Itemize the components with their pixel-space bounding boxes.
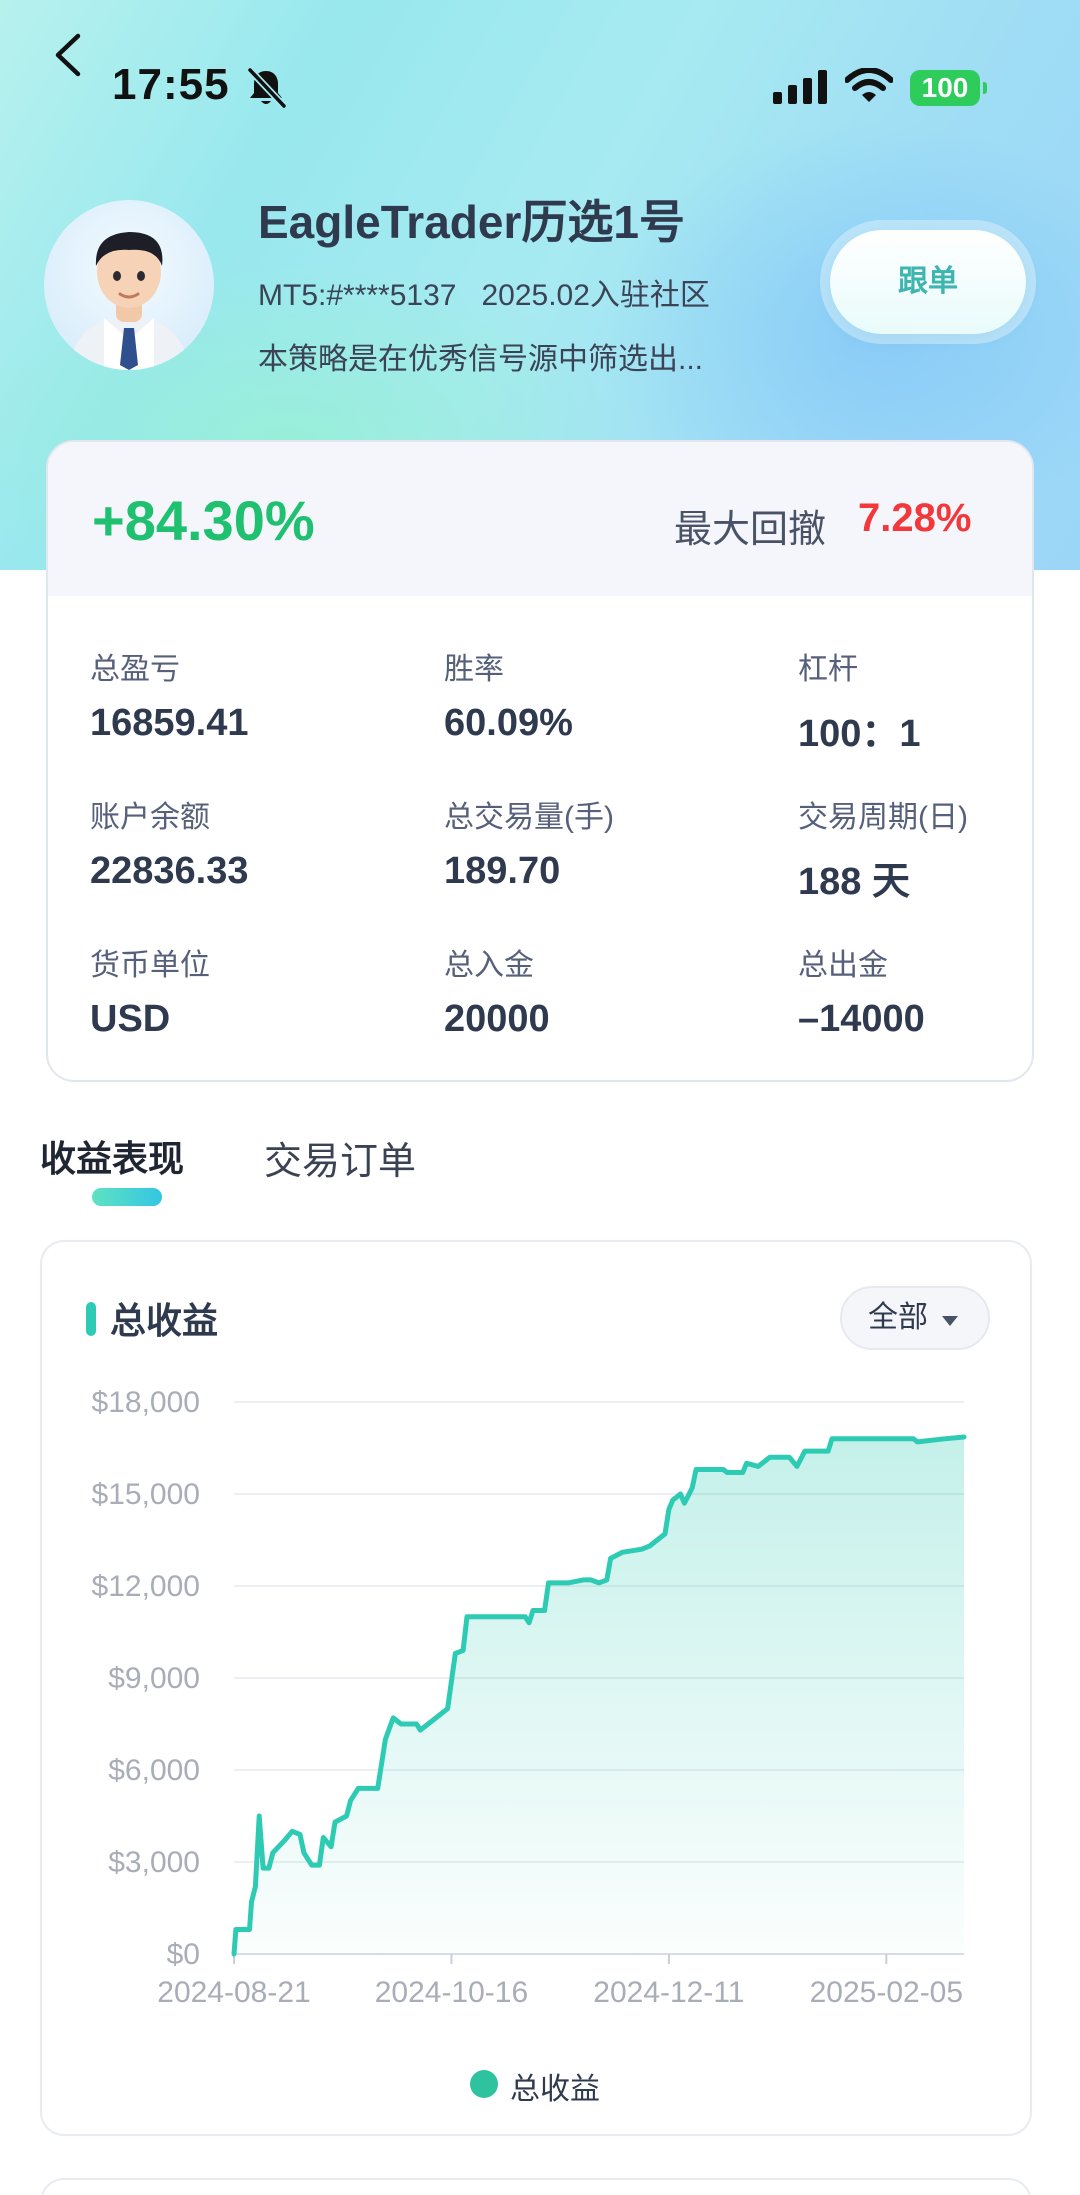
profit-chart: $0 $3,000 $6,000 $9,000 $12,000 $15,000 $18,00… <box>92 1386 967 2009</box>
y-tick-label: $12,000 <box>92 1570 200 1603</box>
wifi-icon <box>845 68 893 102</box>
stat-value: –14000 <box>798 998 925 1040</box>
stat-label: 货币单位 <box>90 949 210 982</box>
account-meta: MT5:#****5137 2025.02入驻社区 <box>258 270 710 314</box>
stat-value: 189.70 <box>444 850 561 892</box>
status-time: 17:55 <box>112 60 230 109</box>
stat-balance: 账户余额 22836.33 <box>90 792 249 893</box>
stat-leverage: 杠杆 100：1 <box>798 644 921 757</box>
x-tick-label: 2024-10-16 <box>375 1976 528 2009</box>
max-drawdown-value: 7.28% <box>858 496 972 540</box>
series-area <box>234 1437 964 1954</box>
legend-label: 总收益 <box>510 2073 600 2106</box>
y-tick-label: $3,000 <box>108 1846 200 1879</box>
avatar-person-icon <box>69 232 189 370</box>
range-select-value: 全部 <box>868 1301 928 1334</box>
total-return: +84.30% <box>92 489 315 552</box>
battery-icon: 100 <box>910 70 987 106</box>
stat-label: 胜率 <box>444 653 504 686</box>
stat-label: 总出金 <box>798 949 888 982</box>
x-tick-label: 2024-12-11 <box>593 1976 744 2009</box>
x-tick-label: 2025-02-05 <box>810 1976 963 2009</box>
stats-card: +84.30% 最大回撤 7.28% 总盈亏 16859.41 胜率 60.09… <box>46 440 1034 1082</box>
tab-performance[interactable]: 收益表现 <box>40 1130 184 1182</box>
stats-summary: +84.30% 最大回撤 7.28% <box>48 442 1032 596</box>
stat-value: USD <box>90 998 171 1040</box>
stat-value: 16859.41 <box>90 702 249 744</box>
y-tick-label: $0 <box>167 1938 200 1971</box>
y-tick-label: $9,000 <box>108 1662 200 1695</box>
stat-value: 22836.33 <box>90 850 249 892</box>
stat-total-pnl: 总盈亏 16859.41 <box>90 644 249 745</box>
y-tick-label: $18,000 <box>92 1386 200 1419</box>
stat-value: 100：1 <box>798 713 921 755</box>
legend-swatch <box>470 2070 498 2098</box>
bell-off-icon <box>247 67 287 109</box>
y-tick-label: $6,000 <box>108 1754 200 1787</box>
chart-title: 总收益 <box>110 1300 219 1341</box>
strategy-description[interactable]: 本策略是在优秀信号源中筛选出... <box>258 334 703 378</box>
stat-label: 总入金 <box>444 949 534 982</box>
strategy-name: EagleTrader历选1号 <box>258 196 685 248</box>
signal-icon <box>773 70 827 104</box>
tab-active-indicator <box>92 1188 162 1206</box>
back-icon[interactable] <box>48 30 88 80</box>
stat-currency: 货币单位 USD <box>90 940 210 1041</box>
y-tick-label: $15,000 <box>92 1478 200 1511</box>
stat-label: 杠杆 <box>798 653 858 686</box>
follow-button[interactable]: 跟单 <box>830 230 1026 334</box>
account-id: MT5:#****5137 <box>258 279 457 312</box>
profit-chart-card: 总收益 全部 $0 $3,000 $6,000 $9,000 $12,000 $15,00… <box>40 1240 1032 2136</box>
stat-win-rate: 胜率 60.09% <box>444 644 573 745</box>
max-drawdown-label: 最大回撤 <box>674 509 827 551</box>
stat-value: 20000 <box>444 998 550 1040</box>
x-tick-label: 2024-08-21 <box>157 1976 310 2009</box>
tab-orders[interactable]: 交易订单 <box>264 1130 416 1185</box>
stat-period: 交易周期(日) 188 天 <box>798 792 968 905</box>
stat-label: 总盈亏 <box>90 653 180 686</box>
range-select[interactable]: 全部 <box>840 1286 990 1350</box>
avatar <box>44 200 214 370</box>
stat-withdrawals: 总出金 –14000 <box>798 940 925 1041</box>
stat-label: 交易周期(日) <box>798 801 968 834</box>
chart-title-accent <box>86 1302 96 1336</box>
join-date: 2025.02入驻社区 <box>481 279 710 312</box>
stat-label: 总交易量(手) <box>444 801 614 834</box>
chevron-down-icon <box>942 1316 958 1326</box>
next-section-card <box>40 2178 1032 2195</box>
stat-value: 188 天 <box>798 861 910 903</box>
stat-value: 60.09% <box>444 702 573 744</box>
stat-volume: 总交易量(手) 189.70 <box>444 792 614 893</box>
stat-label: 账户余额 <box>90 801 210 834</box>
stat-deposits: 总入金 20000 <box>444 940 550 1041</box>
